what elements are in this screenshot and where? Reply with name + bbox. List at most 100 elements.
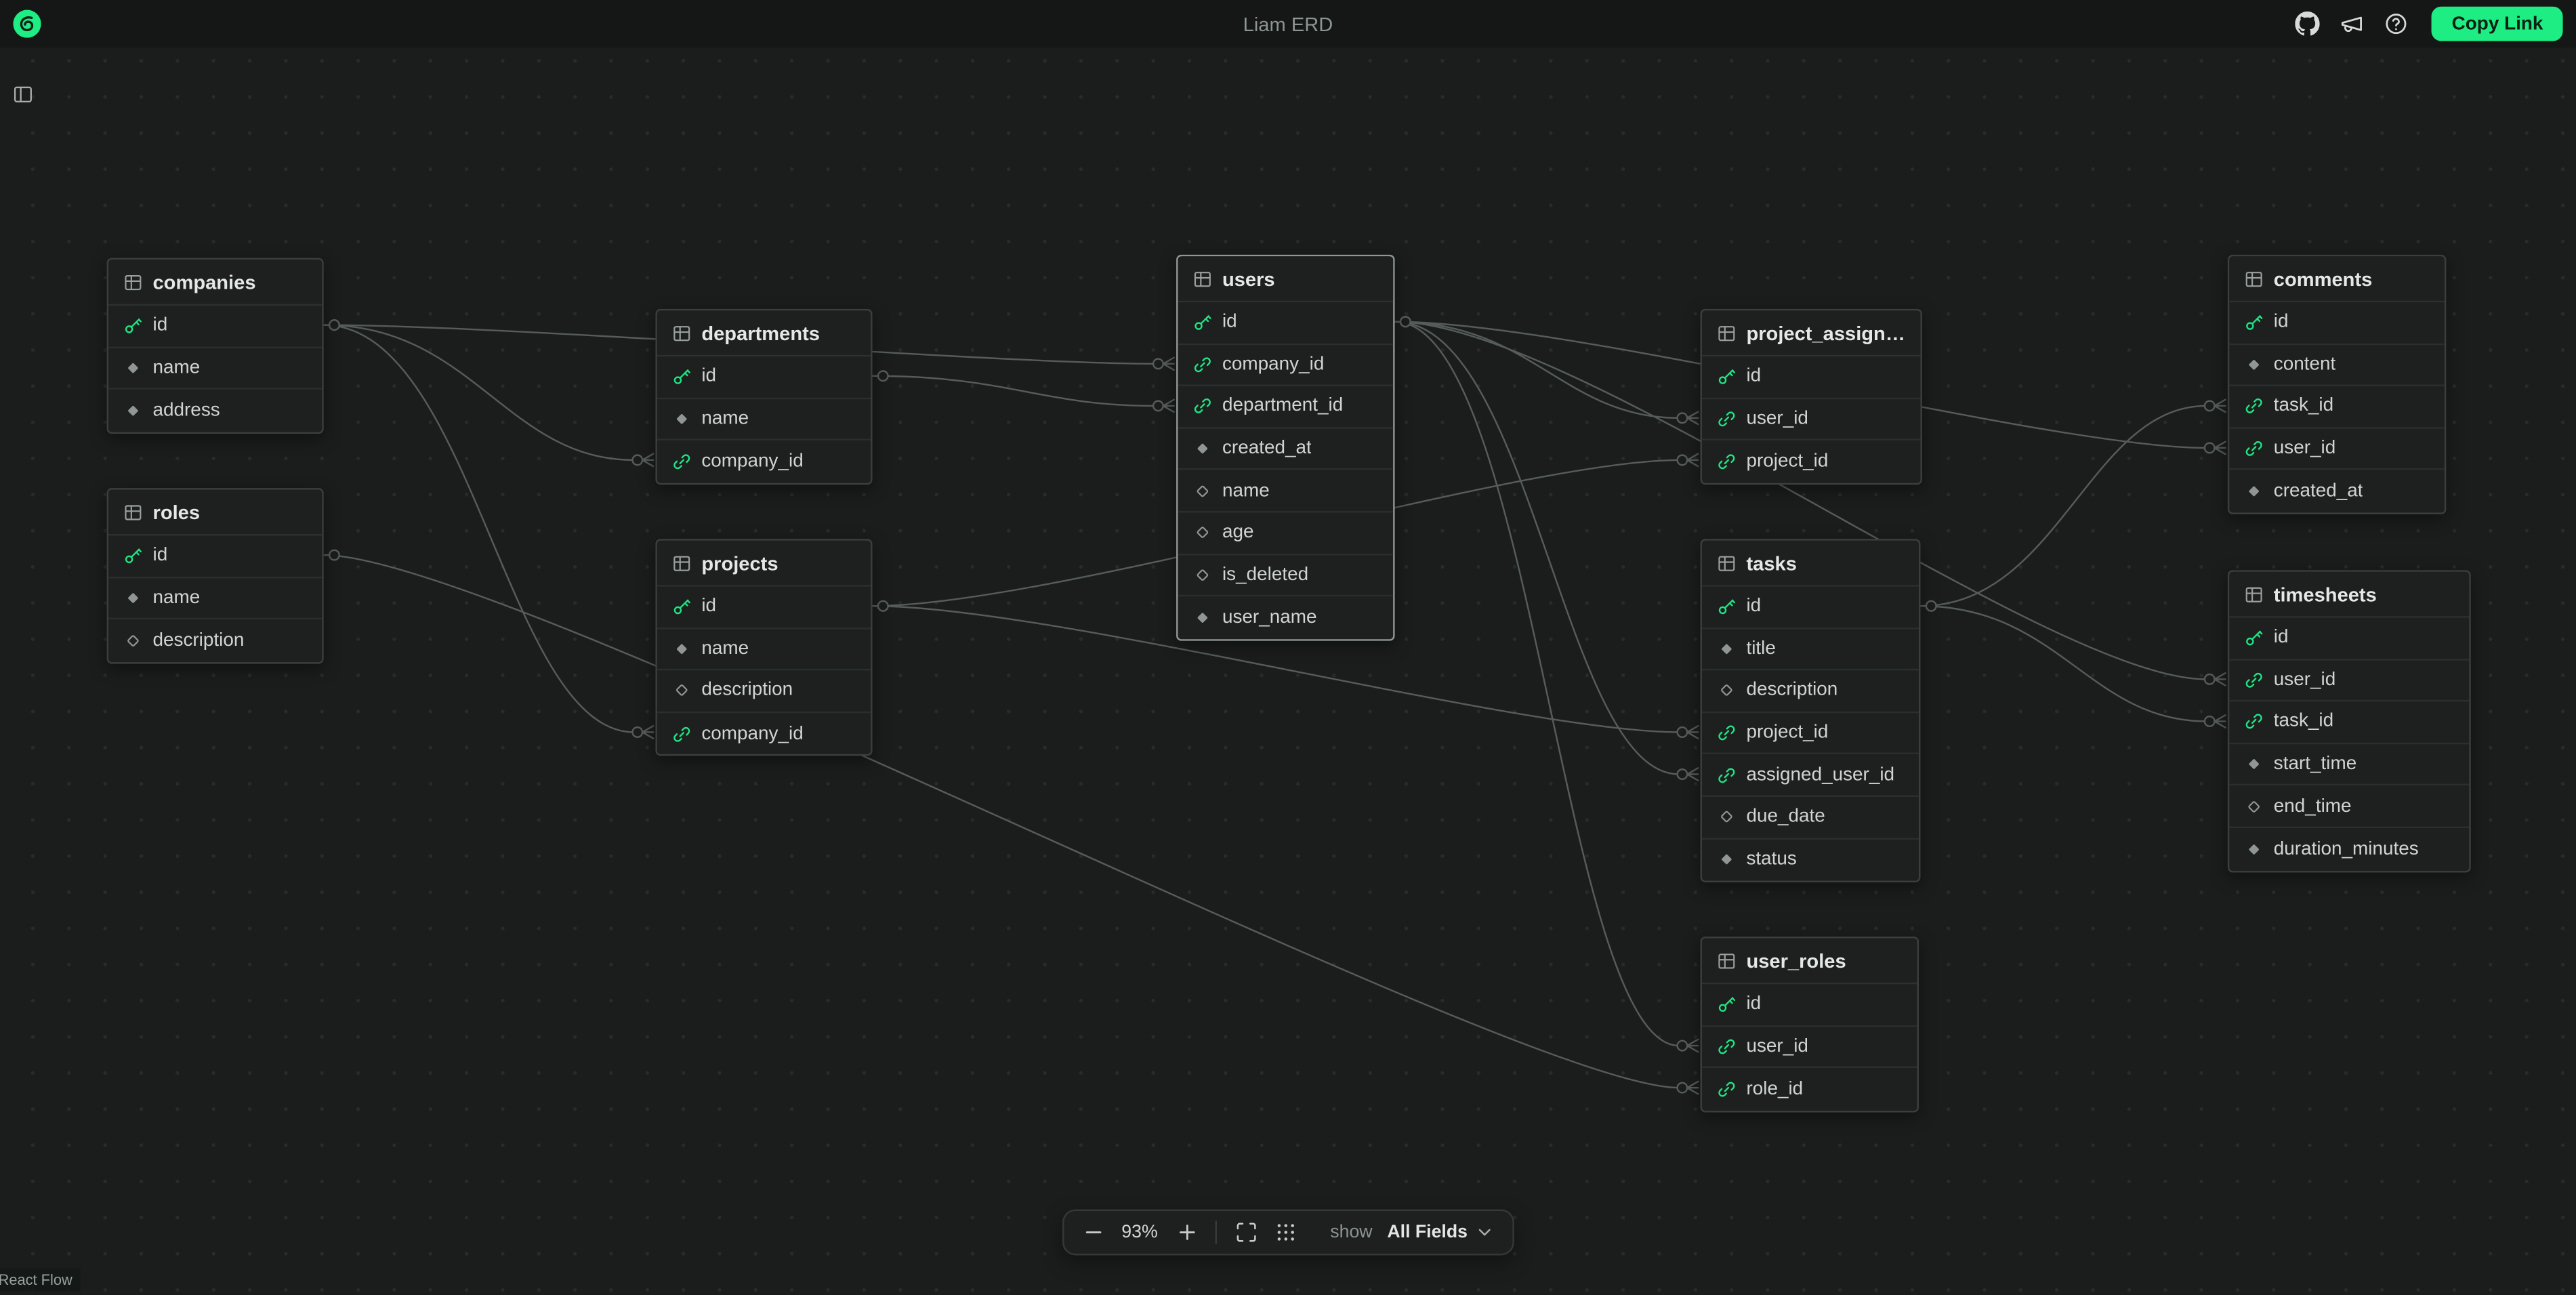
link-icon: [2243, 670, 2264, 691]
zoom-level: 93%: [1119, 1222, 1161, 1242]
table-header[interactable]: timesheets: [2229, 572, 2469, 618]
table-node[interactable]: comments idcontenttask_iduser_idcreated_…: [2228, 255, 2446, 514]
table-node[interactable]: project_assignments iduser_idproject_id: [1701, 309, 1922, 485]
table-node[interactable]: users id company_id department_id created_a…: [1176, 255, 1394, 640]
column-name: department_id: [1222, 397, 1343, 417]
sidebar-toggle-button[interactable]: [10, 82, 37, 106]
table-node[interactable]: companies idnameaddress: [107, 258, 324, 434]
table-row[interactable]: user_id: [1702, 1026, 1917, 1068]
table-icon: [2243, 583, 2264, 605]
table-node[interactable]: tasks id titledescriptionproject_idassign…: [1701, 539, 1921, 882]
table-row[interactable]: created_at: [2229, 470, 2445, 512]
link-icon: [1191, 354, 1213, 375]
table-node[interactable]: departments id name company_id: [655, 309, 872, 485]
minus-icon: [1081, 1221, 1104, 1244]
table-row[interactable]: name: [657, 629, 871, 671]
table-row[interactable]: task_id: [2229, 386, 2445, 428]
relationship-edge[interactable]: [873, 371, 1175, 412]
table-row[interactable]: company_id: [657, 713, 871, 755]
table-node[interactable]: user_roles iduser_idrole_id: [1701, 937, 1919, 1112]
fit-view-button[interactable]: [1232, 1218, 1260, 1246]
table-header[interactable]: tasks: [1702, 541, 1919, 587]
column-name: id: [152, 546, 167, 566]
table-row[interactable]: project_id: [1702, 713, 1919, 755]
table-row[interactable]: address: [108, 390, 322, 432]
release-notes-button[interactable]: [2338, 11, 2365, 37]
table-row[interactable]: description: [1702, 671, 1919, 713]
table-row[interactable]: id: [2229, 302, 2445, 344]
table-row[interactable]: status: [1702, 839, 1919, 881]
table-row[interactable]: id: [108, 306, 322, 348]
table-row[interactable]: description: [108, 620, 322, 662]
table-row[interactable]: title: [1702, 629, 1919, 671]
table-row[interactable]: company_id: [657, 440, 871, 482]
table-row[interactable]: role_id: [1702, 1069, 1917, 1111]
table-row[interactable]: department_id: [1178, 386, 1394, 428]
github-button[interactable]: [2294, 11, 2321, 37]
table-row[interactable]: assigned_user_id: [1702, 755, 1919, 797]
zoom-in-button[interactable]: [1173, 1218, 1201, 1246]
diagram-canvas[interactable]: companies idnameaddress roles idnamedesc…: [0, 0, 2576, 1295]
table-row[interactable]: id: [657, 356, 871, 398]
copy-link-button[interactable]: Copy Link: [2432, 7, 2563, 41]
table-header[interactable]: roles: [108, 490, 322, 536]
relationship-edge[interactable]: [324, 550, 1699, 1094]
table-row[interactable]: project_id: [1702, 440, 1920, 482]
table-row[interactable]: id: [1178, 302, 1394, 344]
relationship-edge[interactable]: [1395, 316, 1699, 781]
table-row[interactable]: user_id: [1702, 398, 1920, 440]
table-row[interactable]: name: [657, 398, 871, 440]
diamond-outline-icon: [2243, 796, 2264, 817]
relationship-edge[interactable]: [1920, 601, 2226, 728]
table-row[interactable]: id: [1702, 356, 1920, 398]
help-button[interactable]: [2383, 11, 2409, 37]
table-header[interactable]: user_roles: [1702, 939, 1917, 985]
relationship-edge[interactable]: [1395, 316, 1699, 1052]
table-node[interactable]: projects idnamedescriptioncompany_id: [655, 539, 872, 756]
tidy-up-button[interactable]: [1271, 1218, 1299, 1246]
table-row[interactable]: name: [1178, 470, 1394, 512]
table-row[interactable]: company_id: [1178, 344, 1394, 386]
table-row[interactable]: id: [108, 535, 322, 577]
column-name: company_id: [1222, 354, 1324, 374]
table-node[interactable]: timesheets iduser_idtask_idstart_timeend…: [2228, 570, 2471, 871]
table-row[interactable]: duration_minutes: [2229, 828, 2469, 870]
table-row[interactable]: age: [1178, 512, 1394, 554]
table-row[interactable]: description: [657, 671, 871, 713]
table-row[interactable]: id: [2229, 618, 2469, 660]
relationship-edge[interactable]: [1395, 316, 1699, 424]
show-label: show: [1330, 1222, 1372, 1242]
react-flow-attribution[interactable]: React Flow: [0, 1269, 81, 1292]
table-icon: [1715, 322, 1737, 344]
fields-filter-dropdown[interactable]: All Fields: [1384, 1222, 1497, 1242]
column-name: duration_minutes: [2274, 839, 2419, 859]
table-row[interactable]: id: [1702, 587, 1919, 629]
table-row[interactable]: is_deleted: [1178, 554, 1394, 596]
table-header[interactable]: comments: [2229, 256, 2445, 302]
table-row[interactable]: start_time: [2229, 744, 2469, 786]
table-row[interactable]: name: [108, 578, 322, 620]
table-header[interactable]: departments: [657, 310, 871, 356]
table-row[interactable]: due_date: [1702, 797, 1919, 839]
table-row[interactable]: content: [2229, 344, 2445, 386]
zoom-out-button[interactable]: [1079, 1218, 1106, 1246]
table-node[interactable]: roles id namedescription: [107, 488, 324, 663]
table-header[interactable]: companies: [108, 260, 322, 306]
diamond-filled-icon: [1191, 438, 1213, 459]
table-header[interactable]: project_assignments: [1702, 310, 1920, 356]
table-row[interactable]: created_at: [1178, 428, 1394, 470]
table-header[interactable]: projects: [657, 541, 871, 587]
table-row[interactable]: end_time: [2229, 786, 2469, 828]
table-row[interactable]: id: [1702, 984, 1917, 1026]
table-row[interactable]: id: [657, 587, 871, 629]
table-header[interactable]: users: [1178, 256, 1394, 302]
table-row[interactable]: user_name: [1178, 597, 1394, 639]
column-name: name: [701, 409, 749, 428]
table-row[interactable]: user_id: [2229, 428, 2445, 470]
relationship-edge[interactable]: [1920, 399, 2226, 611]
column-name: id: [1746, 597, 1761, 617]
table-row[interactable]: name: [108, 348, 322, 390]
relationship-edge[interactable]: [324, 320, 654, 739]
table-row[interactable]: task_id: [2229, 702, 2469, 744]
table-row[interactable]: user_id: [2229, 660, 2469, 702]
